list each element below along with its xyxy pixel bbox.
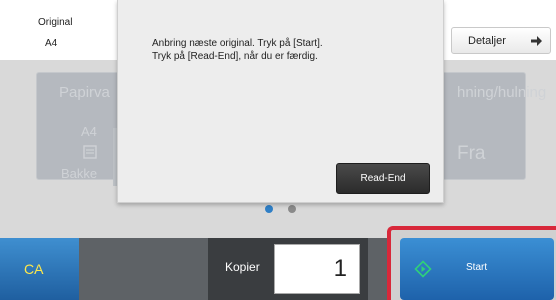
arrow-right-icon	[531, 36, 542, 46]
dialog-message-line-2: Tryk på [Read-End], når du er færdig.	[152, 51, 318, 62]
read-end-button[interactable]: Read-End	[336, 163, 430, 194]
dialog-message: Anbring næste original. Tryk på [Start].…	[152, 37, 323, 63]
details-button[interactable]: Detaljer	[451, 27, 551, 54]
details-button-label: Detaljer	[468, 34, 506, 47]
copies-label: Kopier	[225, 260, 260, 274]
page-dot-active	[265, 205, 273, 213]
staple-punch-label: hning/hulning	[457, 84, 547, 101]
clear-all-button[interactable]: CA	[0, 238, 79, 300]
start-button-label: Start	[466, 262, 488, 273]
next-original-dialog: Anbring næste original. Tryk på [Start].…	[117, 0, 444, 203]
copies-input[interactable]: 1	[274, 244, 360, 294]
page-dot	[288, 205, 296, 213]
copies-panel: Kopier 1	[208, 238, 368, 300]
staple-value: Fra	[457, 143, 486, 164]
tray-icon	[83, 145, 97, 159]
tray-label: Bakke	[61, 166, 98, 181]
paper-select-label: Papirva	[59, 84, 110, 101]
original-size: A4	[45, 38, 58, 49]
dialog-message-line-1: Anbring næste original. Tryk på [Start].	[152, 38, 323, 49]
diamond-start-icon	[414, 260, 432, 278]
paper-size-value: A4	[81, 124, 97, 139]
original-label: Original	[38, 17, 73, 28]
start-button[interactable]: Start	[400, 238, 554, 300]
